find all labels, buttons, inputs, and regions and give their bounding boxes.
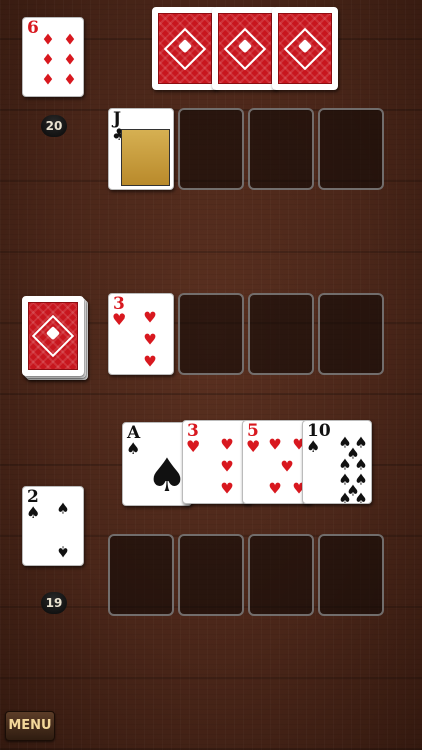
spade-pip-icon: ♠	[354, 489, 368, 504]
heart-pip-icon: ♥	[220, 479, 234, 498]
spade-suit-icon: ♠	[306, 437, 321, 456]
card-back-pattern	[218, 13, 272, 84]
heart-pip-icon: ♥	[268, 479, 282, 498]
spade-pip-icon: ♠	[56, 499, 70, 518]
heart-pip-icon: ♥	[220, 457, 234, 476]
card-rank: 6	[27, 18, 39, 38]
player-hand-card[interactable]: 10 ♠ ♠ ♠ ♠ ♠ ♠ ♠ ♠ ♠ ♠ ♠	[302, 420, 372, 504]
opponent-row-slot[interactable]	[318, 108, 384, 190]
spade-suit-icon: ♠	[126, 439, 141, 458]
heart-suit-icon: ♥	[112, 310, 127, 329]
diamond-pip-icon: ♦	[63, 70, 77, 89]
card-back-pattern	[278, 13, 332, 84]
opponent-row-slot[interactable]	[248, 108, 314, 190]
player-row-slot[interactable]	[318, 534, 384, 616]
card-back-emblem-icon	[283, 27, 327, 70]
player-row-slot[interactable]	[108, 534, 174, 616]
opponent-score-badge: 20	[41, 115, 67, 137]
diamond-pip-icon: ♦	[41, 50, 55, 69]
card-back-pattern	[28, 302, 78, 370]
opponent-row-card[interactable]: J ♣	[108, 108, 174, 190]
diamond-pip-icon: ♦	[41, 70, 55, 89]
opponent-face-down-card	[272, 7, 338, 90]
heart-pip-icon: ♥	[280, 457, 294, 476]
player-row-slot[interactable]	[248, 534, 314, 616]
heart-pip-icon: ♥	[143, 308, 157, 327]
middle-row-slot[interactable]	[248, 293, 314, 375]
card-back-emblem-icon	[223, 27, 267, 70]
opponent-face-down-card	[212, 7, 278, 90]
diamond-pip-icon: ♦	[63, 30, 77, 49]
opponent-face-down-card	[152, 7, 218, 90]
card-back-emblem-icon	[163, 27, 207, 70]
heart-suit-icon: ♥	[246, 437, 261, 456]
diamond-pip-icon: ♦	[63, 50, 77, 69]
heart-pip-icon: ♥	[143, 330, 157, 349]
heart-pip-icon: ♥	[268, 435, 282, 454]
middle-row-card[interactable]: 3 ♥ ♥ ♥ ♥	[108, 293, 174, 375]
diamond-pip-icon: ♦	[41, 30, 55, 49]
heart-pip-icon: ♥	[143, 352, 157, 371]
middle-row-slot[interactable]	[318, 293, 384, 375]
spade-pip-icon: ♠	[56, 542, 70, 561]
spade-suit-icon: ♠	[26, 503, 41, 522]
player-current-card[interactable]: 2 ♠ ♠ ♠	[22, 486, 84, 566]
menu-button[interactable]: MENU	[5, 711, 55, 741]
opponent-row-slot[interactable]	[178, 108, 244, 190]
player-row-slot[interactable]	[178, 534, 244, 616]
card-back-emblem-icon	[31, 314, 75, 358]
draw-deck[interactable]	[22, 296, 84, 376]
player-score-badge: 19	[41, 592, 67, 614]
opponent-hand-card: 6 ♦ ♦ ♦ ♦ ♦ ♦	[22, 17, 84, 97]
heart-suit-icon: ♥	[186, 437, 201, 456]
card-back-pattern	[158, 13, 212, 84]
jack-face-picture	[121, 129, 170, 186]
spade-pip-icon: ♠	[338, 489, 352, 504]
middle-row-slot[interactable]	[178, 293, 244, 375]
heart-pip-icon: ♥	[220, 435, 234, 454]
